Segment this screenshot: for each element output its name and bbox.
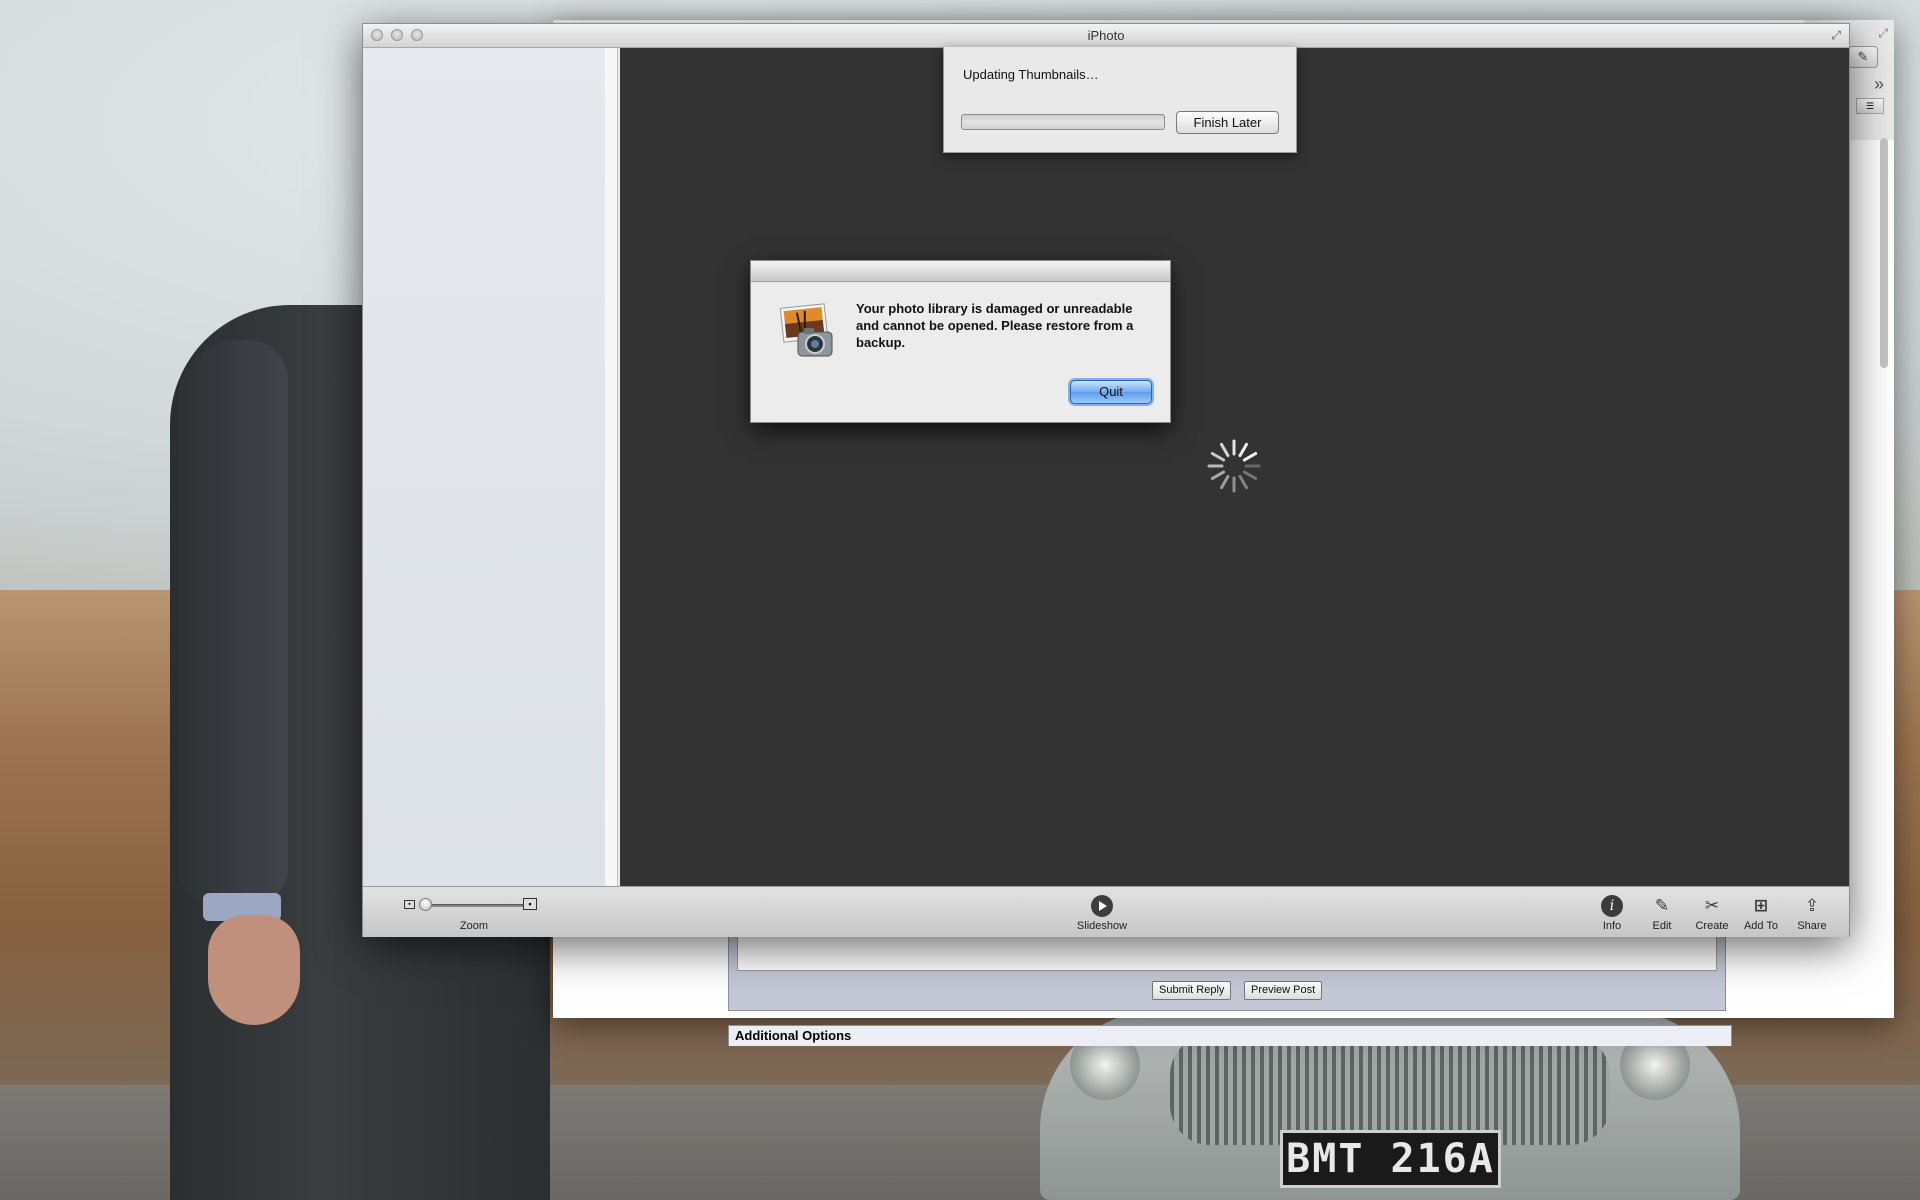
quit-button[interactable]: Quit <box>1070 380 1152 404</box>
zoom-slider-knob[interactable] <box>419 898 432 911</box>
loading-spinner-icon <box>1207 439 1261 493</box>
alert-title-bar <box>751 261 1170 282</box>
spinner-spoke <box>1242 452 1258 462</box>
edit-label[interactable]: Edit <box>1642 920 1682 932</box>
wallpaper-hand <box>208 915 300 1025</box>
spinner-spoke <box>1238 442 1248 458</box>
reply-form: Submit Reply Preview Post <box>728 935 1726 1011</box>
spinner-spoke <box>1238 474 1248 490</box>
slideshow-play-icon[interactable] <box>1091 895 1113 917</box>
create-icon[interactable]: ✂ <box>1701 895 1723 917</box>
library-damaged-alert: Your photo library is damaged or unreada… <box>750 260 1171 423</box>
zoom-small-icon[interactable]: ▪ <box>404 900 415 909</box>
share-icon[interactable]: ⇪ <box>1801 895 1823 917</box>
chevron-right-icon[interactable]: » <box>1874 74 1884 95</box>
wallpaper-license-plate: BMT 216A <box>1280 1130 1501 1188</box>
slideshow-label[interactable]: Slideshow <box>1067 920 1137 932</box>
source-list-sidebar[interactable] <box>363 48 606 886</box>
share-label[interactable]: Share <box>1787 920 1837 932</box>
zoom-large-icon[interactable]: ▪ <box>523 898 537 910</box>
sheet-message: Updating Thumbnails… <box>963 67 1099 82</box>
edit-icon[interactable]: ✎ <box>1848 46 1878 68</box>
create-label[interactable]: Create <box>1687 920 1737 932</box>
fullscreen-icon[interactable]: ⤢ <box>1878 26 1888 41</box>
spinner-spoke <box>1220 442 1230 458</box>
thumbnail-progress-bar <box>961 114 1165 130</box>
alert-message: Your photo library is damaged or unreada… <box>856 301 1134 350</box>
additional-options-header[interactable]: Additional Options <box>728 1025 1732 1046</box>
iphoto-app-icon <box>779 303 833 357</box>
add-to-plus-icon[interactable]: ⊞ <box>1750 895 1772 917</box>
zoom-label: Zoom <box>459 920 489 932</box>
zoom-slider-track[interactable] <box>425 904 525 907</box>
info-icon[interactable]: i <box>1601 895 1623 917</box>
reply-text-field[interactable] <box>737 936 1717 971</box>
bottom-toolbar: ▪ ▪ Zoom Slideshow i Info ✎ Edit ✂ Creat… <box>363 886 1849 937</box>
finish-later-button[interactable]: Finish Later <box>1176 111 1279 134</box>
edit-pencil-icon[interactable]: ✎ <box>1651 895 1673 917</box>
submit-reply-button[interactable]: Submit Reply <box>1152 981 1232 1000</box>
preview-post-button[interactable]: Preview Post <box>1244 981 1323 1000</box>
wallpaper-person-arm <box>178 340 288 900</box>
info-label[interactable]: Info <box>1592 920 1632 932</box>
sidebar-toggle-icon[interactable]: ☰ <box>1856 98 1884 114</box>
iphoto-window: iPhoto ⤢ ▪ ▪ Zoom Slideshow i Info ✎ Edi… <box>362 23 1850 937</box>
window-title: iPhoto <box>1087 28 1125 43</box>
spinner-spoke <box>1220 474 1230 490</box>
spinner-spoke <box>1210 470 1226 480</box>
add-to-label[interactable]: Add To <box>1736 920 1786 932</box>
spinner-spoke <box>1210 452 1226 462</box>
updating-thumbnails-sheet: Updating Thumbnails… Finish Later <box>943 47 1297 153</box>
sidebar-divider[interactable] <box>605 48 618 886</box>
title-bar[interactable]: iPhoto ⤢ <box>363 24 1849 48</box>
wallpaper-car-grille <box>1170 1035 1610 1145</box>
fullscreen-icon[interactable]: ⤢ <box>1831 28 1841 43</box>
browser-scrollbar[interactable] <box>1880 138 1888 368</box>
spinner-spoke <box>1242 470 1258 480</box>
